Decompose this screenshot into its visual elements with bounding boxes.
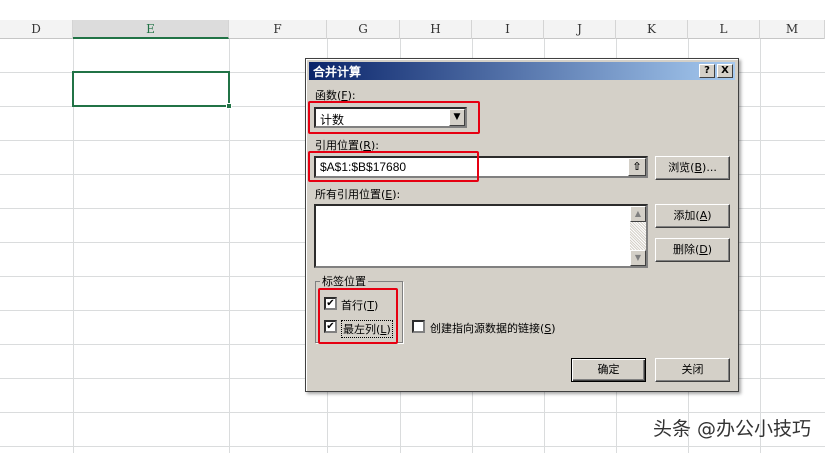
highlight-box-reference bbox=[308, 151, 479, 182]
help-button[interactable]: ? bbox=[699, 64, 715, 78]
consolidate-dialog: 合并计算 ? X 函数(F): 计数 ▼ 引用位置(R): $A$1:$B$17… bbox=[305, 58, 739, 392]
column-header-k[interactable]: K bbox=[616, 20, 688, 39]
column-header-g[interactable]: G bbox=[327, 20, 400, 39]
dialog-titlebar[interactable]: 合并计算 ? X bbox=[309, 62, 735, 80]
column-header-i[interactable]: I bbox=[472, 20, 544, 39]
grid-line bbox=[0, 446, 825, 447]
fill-handle[interactable] bbox=[226, 103, 232, 109]
dialog-title: 合并计算 bbox=[313, 65, 362, 79]
all-references-list[interactable]: ▲ ▼ bbox=[314, 204, 648, 268]
ok-button[interactable]: 确定 bbox=[571, 358, 646, 382]
add-button[interactable]: 添加(A) bbox=[655, 204, 730, 228]
column-header-m[interactable]: M bbox=[760, 20, 825, 39]
list-scrollbar[interactable]: ▲ ▼ bbox=[630, 206, 646, 266]
watermark-text: 头条 @办公小技巧 bbox=[652, 418, 811, 440]
column-header-f[interactable]: F bbox=[229, 20, 327, 39]
browse-button[interactable]: 浏览(B)... bbox=[655, 156, 730, 180]
scroll-up-icon[interactable]: ▲ bbox=[630, 206, 646, 222]
close-icon[interactable]: X bbox=[717, 64, 733, 78]
delete-button[interactable]: 删除(D) bbox=[655, 238, 730, 262]
column-header-l[interactable]: L bbox=[688, 20, 760, 39]
highlight-box-labels bbox=[318, 288, 398, 344]
collapse-dialog-icon[interactable]: ⇧ bbox=[628, 158, 646, 176]
scroll-down-icon[interactable]: ▼ bbox=[630, 250, 646, 266]
column-header-d[interactable]: D bbox=[0, 20, 73, 39]
create-links-checkbox[interactable] bbox=[412, 320, 425, 333]
create-links-label: 创建指向源数据的链接(S) bbox=[430, 322, 556, 335]
close-button[interactable]: 关闭 bbox=[655, 358, 730, 382]
all-references-label: 所有引用位置(E): bbox=[315, 188, 401, 201]
active-cell[interactable] bbox=[72, 71, 230, 107]
column-header-h[interactable]: H bbox=[400, 20, 472, 39]
label-position-title: 标签位置 bbox=[320, 273, 368, 289]
grid-line bbox=[0, 412, 825, 413]
grid-line bbox=[760, 39, 761, 453]
highlight-box-function bbox=[308, 101, 480, 134]
column-header-e[interactable]: E bbox=[73, 20, 229, 39]
column-header-j[interactable]: J bbox=[544, 20, 616, 39]
